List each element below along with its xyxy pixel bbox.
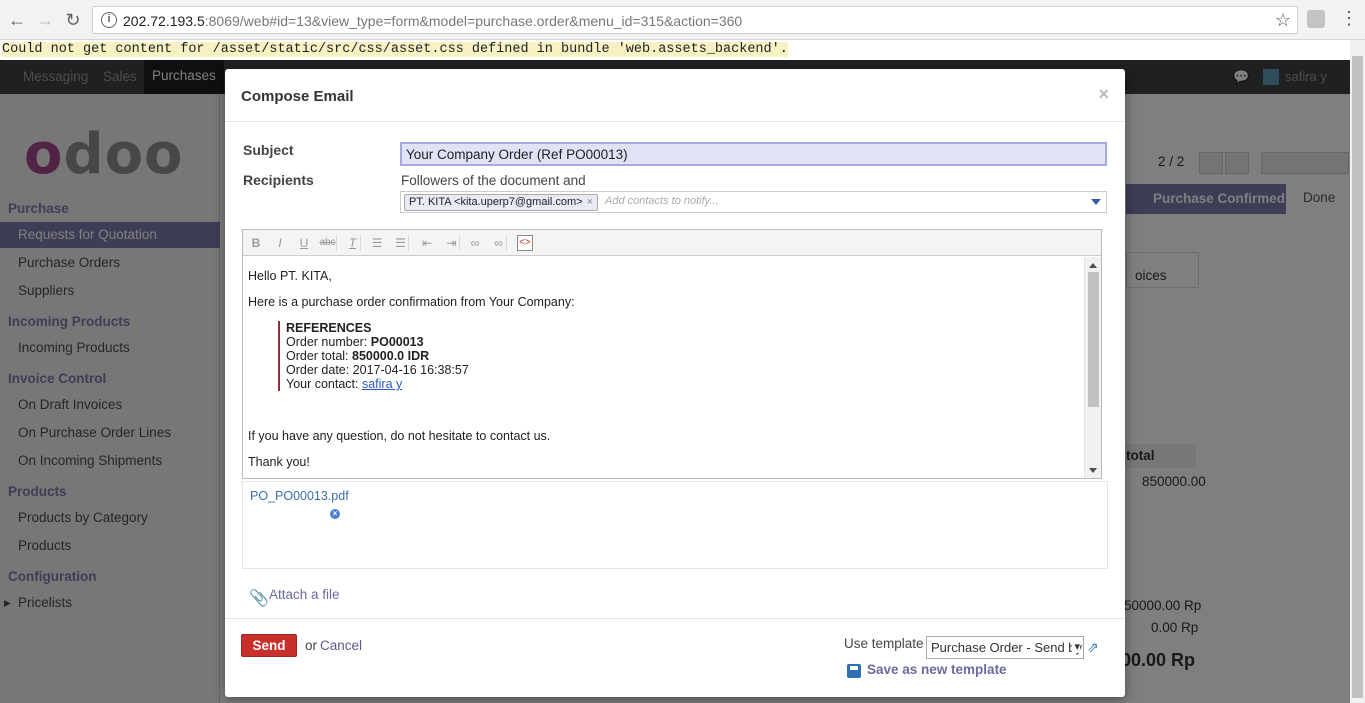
paperclip-icon[interactable]: 📎 — [249, 588, 269, 608]
email-body[interactable]: Hello PT. KITA, Here is a purchase order… — [243, 257, 1081, 479]
order-date: Order date: 2017-04-16 16:38:57 — [286, 363, 469, 377]
link-icon[interactable]: ∞ — [467, 235, 483, 251]
dropdown-arrow-icon[interactable] — [1091, 199, 1101, 205]
intro-text: Here is a purchase order confirmation fr… — [248, 295, 575, 309]
recipients-label: Recipients — [243, 172, 314, 188]
select-arrow-icon: ▾ — [1072, 640, 1080, 653]
editor-toolbar: B I U abc T ☰ ☰ ⇤ ⇥ ∞ ∞ <> — [243, 230, 1101, 256]
bullet-list-icon[interactable]: ☰ — [369, 235, 385, 251]
browser-menu-icon[interactable]: ⋮ — [1340, 8, 1358, 29]
url-text: 202.72.193.5:8069/web#id=13&view_type=fo… — [123, 13, 743, 29]
save-as-new-template-link[interactable]: Save as new template — [867, 662, 1007, 677]
close-icon[interactable]: × — [1098, 84, 1109, 105]
page-scrollbar[interactable] — [1350, 40, 1365, 703]
italic-icon[interactable]: I — [272, 235, 288, 251]
cancel-link[interactable]: Cancel — [320, 638, 362, 653]
greeting-text: Hello PT. KITA, — [248, 269, 332, 283]
strikethrough-icon[interactable]: abc — [319, 235, 337, 251]
back-icon[interactable]: ← — [6, 9, 28, 31]
order-total: Order total: 850000.0 IDR — [286, 349, 430, 363]
contact-link[interactable]: safira y — [362, 377, 402, 391]
reload-icon[interactable]: ↻ — [62, 9, 84, 31]
recipient-tag[interactable]: PT. KITA <kita.uperp7@gmail.com> × — [404, 194, 599, 211]
error-message: Could not get content for /asset/static/… — [0, 40, 1350, 60]
dialog-title: Compose Email — [241, 88, 354, 105]
indent-icon[interactable]: ⇥ — [444, 235, 460, 251]
remove-attachment-icon[interactable]: × — [330, 509, 340, 519]
recipients-input[interactable]: PT. KITA <kita.uperp7@gmail.com> × Add co… — [400, 191, 1107, 213]
subject-input[interactable]: Your Company Order (Ref PO00013) — [400, 142, 1107, 166]
dialog-header: Compose Email × — [225, 69, 1125, 122]
editor-scrollbar[interactable] — [1084, 257, 1101, 478]
underline-icon[interactable]: U — [296, 235, 312, 251]
use-template-label: Use template — [844, 636, 924, 651]
remove-tag-icon[interactable]: × — [587, 196, 593, 208]
forward-icon[interactable]: → — [34, 9, 56, 31]
attachments-area: PO_PO00013.pdf × — [242, 481, 1108, 569]
numbered-list-icon[interactable]: ☰ — [393, 235, 409, 251]
source-code-icon[interactable]: <> — [517, 235, 533, 251]
attachment-link[interactable]: PO_PO00013.pdf — [250, 489, 349, 503]
followers-text: Followers of the document and — [401, 173, 586, 188]
question-text: If you have any question, do not hesitat… — [248, 429, 551, 443]
send-button[interactable]: Send — [241, 634, 297, 657]
subject-label: Subject — [243, 142, 294, 158]
unlink-icon[interactable]: ∞ — [491, 235, 507, 251]
email-body-editor[interactable]: B I U abc T ☰ ☰ ⇤ ⇥ ∞ ∞ <> Hello PT. KIT… — [242, 229, 1102, 479]
dialog-footer-divider — [225, 618, 1125, 619]
browser-toolbar: ← → ↻ i 202.72.193.5:8069/web#id=13&view… — [0, 0, 1365, 40]
bookmark-star-icon[interactable]: ☆ — [1275, 10, 1291, 31]
your-contact: Your contact: safira y — [286, 377, 403, 391]
order-number: Order number: PO00013 — [286, 335, 424, 349]
recipients-placeholder: Add contacts to notify... — [605, 195, 719, 207]
info-icon[interactable]: i — [101, 12, 117, 28]
thanks-text: Thank you! — [248, 455, 310, 469]
references-block: REFERENCES Order number: PO00013 Order t… — [278, 321, 469, 391]
external-link-icon[interactable]: ⇗ — [1087, 639, 1099, 656]
extension-icon[interactable] — [1307, 10, 1325, 28]
template-select-value: Purchase Order - Send by Email — [931, 640, 1083, 655]
or-text: or — [305, 638, 318, 653]
scroll-thumb[interactable] — [1088, 272, 1099, 407]
recipient-tag-label: PT. KITA <kita.uperp7@gmail.com> — [409, 196, 583, 208]
references-title: REFERENCES — [286, 321, 372, 335]
outdent-icon[interactable]: ⇤ — [419, 235, 435, 251]
address-bar[interactable]: i 202.72.193.5:8069/web#id=13&view_type=… — [92, 6, 1298, 34]
remove-format-icon[interactable]: T — [345, 235, 361, 251]
template-select[interactable]: Purchase Order - Send by Email▾ — [926, 636, 1084, 659]
attach-file-link[interactable]: Attach a file — [269, 587, 340, 602]
scroll-down-icon[interactable] — [1089, 468, 1097, 473]
scroll-up-icon[interactable] — [1089, 263, 1097, 268]
bold-icon[interactable]: B — [248, 235, 264, 251]
save-icon[interactable] — [847, 664, 861, 678]
compose-email-dialog: Compose Email × Subject Your Company Ord… — [225, 69, 1125, 697]
